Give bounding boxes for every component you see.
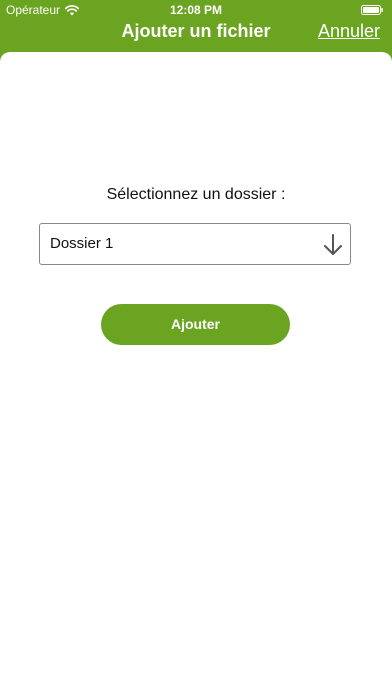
cancel-button[interactable]: Annuler xyxy=(318,21,380,42)
folder-prompt: Sélectionnez un dossier : xyxy=(106,186,286,203)
battery-icon xyxy=(361,5,383,15)
modal-sheet: Sélectionnez un dossier : Dossier 1 Ajou… xyxy=(0,52,392,696)
folder-select[interactable]: Dossier 1 xyxy=(39,223,351,265)
folder-select-value: Dossier 1 xyxy=(50,235,114,252)
status-time: 12:08 PM xyxy=(169,3,223,17)
nav-bar: Ajouter un fichier Annuler xyxy=(0,20,392,52)
status-bar: Opérateur 12:08 PM xyxy=(0,0,392,20)
arrow-down-icon xyxy=(324,234,342,255)
add-button[interactable]: Ajouter xyxy=(101,304,290,345)
